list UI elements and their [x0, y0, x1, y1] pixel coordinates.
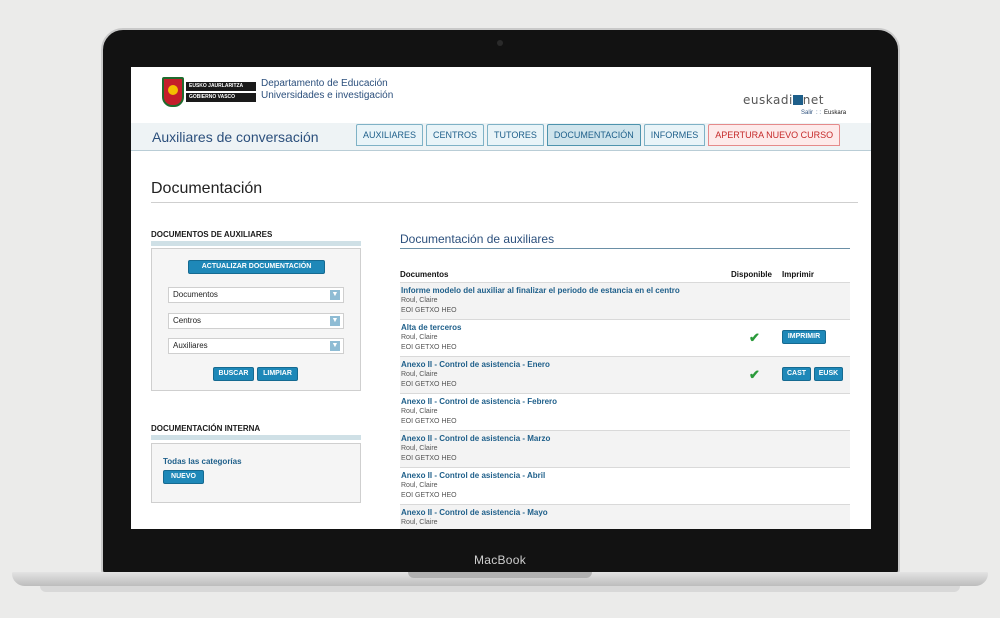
document-link[interactable]: Anexo II - Control de asistencia - Mayo [401, 508, 548, 517]
logo-line1: EUSKO JAURLARITZA [186, 82, 256, 91]
select-value: Centros [173, 316, 202, 325]
top-links: Salir: : Euskara [801, 110, 849, 116]
assistant-name: Roul, Claire [401, 519, 438, 526]
table-row: Anexo II - Control de asistencia - Mayo R… [400, 504, 850, 529]
chevron-down-icon: ▼ [330, 341, 340, 351]
exit-link[interactable]: Salir [801, 110, 813, 116]
euskadi-net-logo[interactable]: euskadi net [743, 93, 824, 107]
col-available: Disponible [731, 270, 772, 279]
camera-icon [497, 40, 503, 46]
print-button[interactable]: IMPRIMIR [782, 330, 826, 344]
col-print: Imprimir [782, 270, 815, 279]
search-button[interactable]: BUSCAR [213, 367, 254, 381]
shield-icon [162, 77, 184, 107]
centre-name: EOI GETXO HEO [401, 492, 457, 499]
document-link[interactable]: Anexo II - Control de asistencia - Marzo [401, 434, 550, 443]
app-title: Auxiliares de conversación [152, 129, 319, 145]
page-title: Documentación [151, 180, 263, 197]
gobierno-vasco-logo[interactable]: EUSKO JAURLARITZA GOBIERNO VASCO [162, 77, 256, 107]
centre-name: EOI GETXO HEO [401, 381, 457, 388]
laptop-notch [408, 572, 592, 578]
table-row: Anexo II - Control de asistencia - Enero… [400, 356, 850, 393]
table-row: Anexo II - Control de asistencia - Marzo… [400, 430, 850, 467]
chevron-down-icon: ▼ [330, 290, 340, 300]
select-value: Documentos [173, 290, 218, 299]
available-check-icon: ✔ [749, 330, 760, 345]
update-docs-button[interactable]: ACTUALIZAR DOCUMENTACIÓN [188, 260, 325, 274]
site-brand-suffix: net [802, 93, 824, 107]
internal-heading: DOCUMENTACIÓN INTERNA [151, 424, 261, 433]
dept-line2: Universidades e investigación [261, 90, 394, 101]
available-check-icon: ✔ [749, 367, 760, 382]
tab-documentaci-n[interactable]: DOCUMENTACIÓN [546, 124, 641, 146]
centre-name: EOI GETXO HEO [401, 344, 457, 351]
link-separator: : : [816, 110, 822, 116]
assistant-name: Roul, Claire [401, 408, 438, 415]
assistant-name: Roul, Claire [401, 371, 438, 378]
document-link[interactable]: Anexo II - Control de asistencia - Enero [401, 360, 550, 369]
browser-screen: EUSKO JAURLARITZA GOBIERNO VASCO Departa… [131, 67, 871, 529]
main-heading-rule [400, 248, 850, 249]
document-link[interactable]: Informe modelo del auxiliar al finalizar… [401, 286, 680, 295]
assistant-name: Roul, Claire [401, 445, 438, 452]
assistants-select[interactable]: Auxiliares ▼ [168, 338, 344, 354]
centre-name: EOI GETXO HEO [401, 418, 457, 425]
main-tabs: AUXILIARES CENTROS TUTORES DOCUMENTACIÓN INF… [356, 124, 841, 146]
laptop-base-shadow [40, 586, 960, 592]
docs-heading-bar [151, 241, 361, 246]
print-eusk-button[interactable]: EUSK [814, 367, 843, 381]
internal-heading-bar [151, 435, 361, 440]
documents-select[interactable]: Documentos ▼ [168, 287, 344, 303]
print-cast-button[interactable]: CAST [782, 367, 811, 381]
document-link[interactable]: Alta de terceros [401, 323, 461, 332]
assistant-name: Roul, Claire [401, 297, 438, 304]
site-brand: euskadi [743, 93, 793, 107]
logo-line2: GOBIERNO VASCO [186, 93, 256, 102]
col-documents: Documentos [400, 270, 449, 279]
table-row: Alta de terceros Roul, Claire EOI GETXO HE… [400, 319, 850, 356]
all-categories-link[interactable]: Todas las categorías [163, 457, 242, 466]
document-link[interactable]: Anexo II - Control de asistencia - Abril [401, 471, 545, 480]
title-divider [151, 202, 858, 203]
tab-tutores[interactable]: TUTORES [487, 124, 544, 146]
centres-select[interactable]: Centros ▼ [168, 313, 344, 329]
new-button[interactable]: NUEVO [163, 470, 204, 484]
dept-line1: Departamento de Educación [261, 78, 388, 89]
main-heading: Documentación de auxiliares [400, 232, 555, 246]
tab-centros[interactable]: CENTROS [426, 124, 485, 146]
language-link[interactable]: Euskara [824, 110, 846, 116]
table-row: Informe modelo del auxiliar al finalizar… [400, 282, 850, 319]
document-link[interactable]: Anexo II - Control de asistencia - Febre… [401, 397, 557, 406]
chevron-down-icon: ▼ [330, 316, 340, 326]
table-row: Anexo II - Control de asistencia - Febre… [400, 393, 850, 430]
centre-name: EOI GETXO HEO [401, 455, 457, 462]
centre-name: EOI GETXO HEO [401, 307, 457, 314]
table-row: Anexo II - Control de asistencia - Abril… [400, 467, 850, 504]
tab-informes[interactable]: INFORMES [643, 124, 706, 146]
select-value: Auxiliares [173, 341, 208, 350]
assistant-name: Roul, Claire [401, 334, 438, 341]
assistant-name: Roul, Claire [401, 482, 438, 489]
department-name: Departamento de Educación Universidades … [261, 78, 393, 102]
docs-heading: DOCUMENTOS DE AUXILIARES [151, 230, 273, 239]
house-icon [792, 95, 803, 105]
tab-auxiliares[interactable]: AUXILIARES [356, 124, 424, 146]
tab-apertura-nuevo-curso[interactable]: APERTURA NUEVO CURSO [708, 124, 841, 146]
clear-button[interactable]: LIMPIAR [257, 367, 298, 381]
laptop-brand: MacBook [473, 553, 527, 567]
